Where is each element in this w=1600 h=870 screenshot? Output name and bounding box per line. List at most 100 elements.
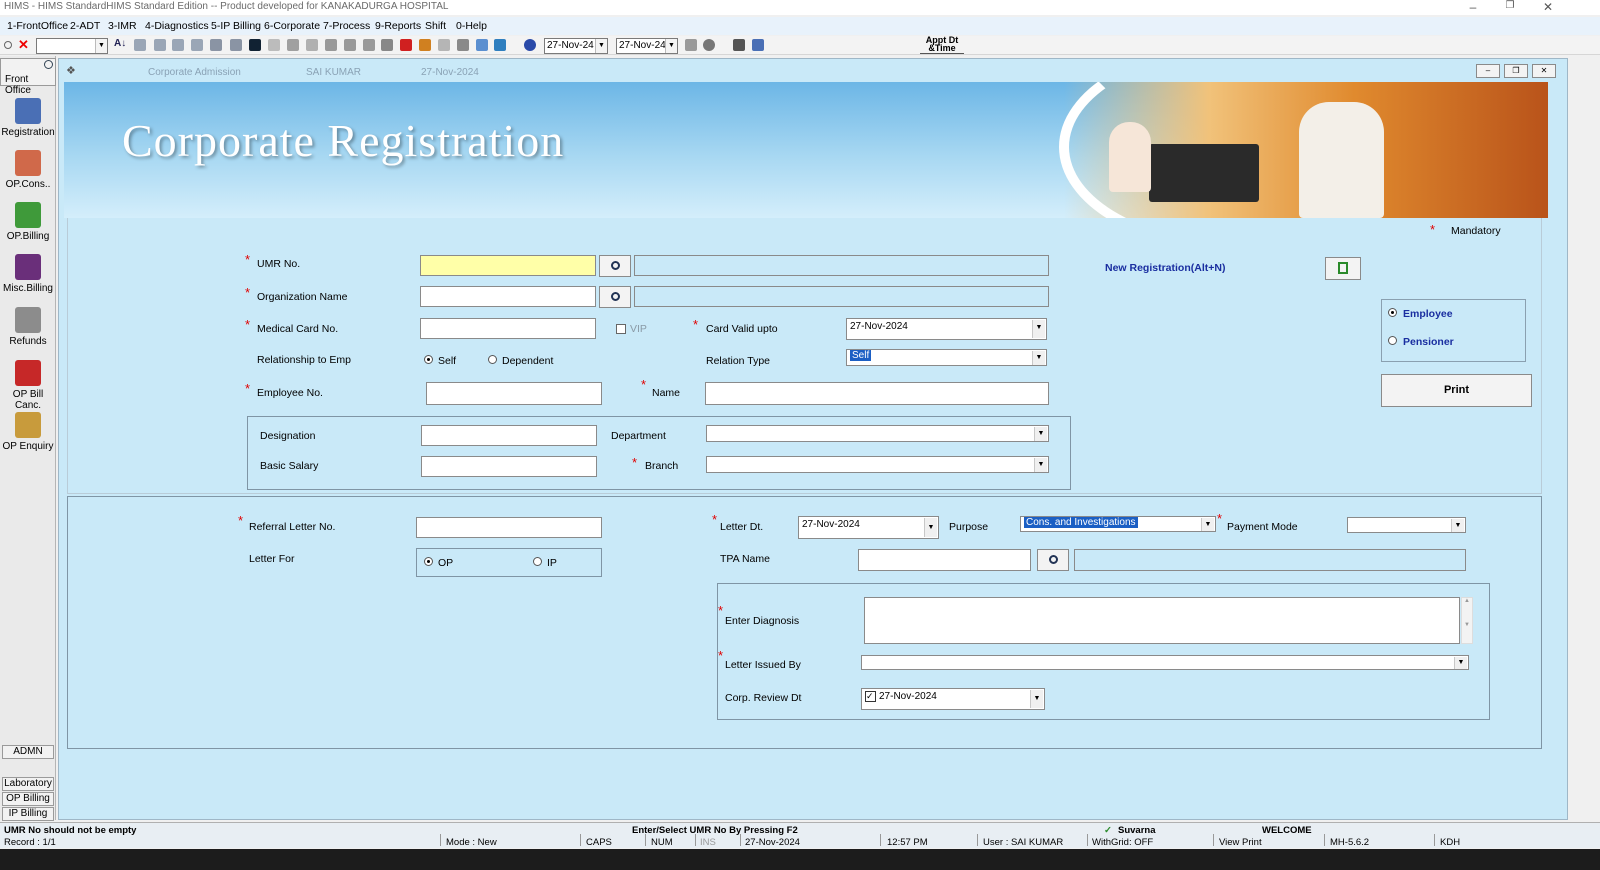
child-minimize-icon[interactable]: – [1476, 64, 1500, 78]
umr-input[interactable] [420, 255, 596, 276]
new-registration-label[interactable]: New Registration(Alt+N) [1105, 262, 1225, 274]
letter-for-op-radio[interactable] [424, 557, 433, 566]
pin-icon[interactable]: ❖ [66, 64, 76, 77]
umr-search-button[interactable] [599, 255, 631, 277]
child-close-icon[interactable]: ✕ [1532, 64, 1556, 78]
employee-name-input[interactable] [705, 382, 1049, 405]
next-icon[interactable] [230, 39, 242, 51]
menu-imr[interactable]: 3-IMR [108, 20, 137, 32]
print-icon[interactable] [457, 39, 469, 51]
chevron-down-icon[interactable]: ▼ [1201, 518, 1214, 531]
settings-icon[interactable] [752, 39, 764, 51]
nav-first-icon[interactable] [154, 39, 166, 51]
sort-az-icon[interactable]: A↓ [114, 38, 126, 50]
restore-icon[interactable]: ❐ [1495, 0, 1525, 11]
branch-select[interactable]: ▼ [706, 456, 1049, 473]
menu-reports[interactable]: 9-Reports [375, 20, 421, 32]
issued-by-select[interactable]: ▼ [861, 655, 1469, 670]
relationship-dependent-radio[interactable] [488, 355, 497, 364]
menu-corporate[interactable]: 6-Corporate [264, 20, 320, 32]
diagnosis-textarea[interactable] [864, 597, 1460, 644]
chevron-down-icon[interactable]: ▼ [1451, 519, 1464, 532]
chevron-down-icon[interactable]: ▼ [1454, 657, 1467, 669]
sidebar-item-op-cons[interactable]: OP.Cons.. [0, 150, 56, 190]
copy-icon[interactable] [306, 39, 318, 51]
letter-for-op-label[interactable]: OP [438, 557, 453, 569]
date-from-combo[interactable]: 27-Nov-24 ▼ [544, 38, 608, 54]
new-icon[interactable] [268, 39, 280, 51]
save-icon[interactable] [249, 39, 261, 51]
tpa-name-input[interactable] [858, 549, 1031, 571]
close-window-icon[interactable]: ✕ [1533, 0, 1563, 14]
menu-adt[interactable]: 2-ADT [70, 20, 100, 32]
nav-delete-icon[interactable] [191, 39, 203, 51]
menu-ip-billing[interactable]: 5-IP Billing [211, 20, 261, 32]
relationship-self-radio[interactable] [424, 355, 433, 364]
letter-for-ip-radio[interactable] [533, 557, 542, 566]
relation-type-select[interactable]: Self ▼ [846, 349, 1047, 366]
close-icon[interactable]: ✕ [18, 37, 30, 52]
edit-icon[interactable] [363, 39, 375, 51]
minimize-icon[interactable]: – [1458, 0, 1488, 14]
diagnosis-scrollbar[interactable]: ▲ ▼ [1461, 597, 1473, 644]
user-icon[interactable] [381, 39, 393, 51]
menu-help[interactable]: 0-Help [456, 20, 487, 32]
referral-letter-input[interactable] [416, 517, 602, 538]
exit-icon[interactable] [419, 39, 431, 51]
review-date-checkbox[interactable]: ✓ [865, 691, 876, 702]
designation-input[interactable] [421, 425, 597, 446]
calendar-icon[interactable] [685, 39, 697, 51]
sidebar-op-billing-button[interactable]: OP Billing [2, 792, 54, 806]
nav-end-icon[interactable] [134, 39, 146, 51]
employee-radio[interactable] [1388, 308, 1397, 317]
menu-frontoffice[interactable]: 1-FrontOffice [7, 20, 68, 32]
chevron-down-icon[interactable]: ▼ [1030, 690, 1043, 708]
review-date-picker[interactable]: ✓ 27-Nov-2024 ▼ [861, 688, 1045, 710]
medical-card-input[interactable] [420, 318, 596, 339]
tpa-search-button[interactable] [1037, 549, 1069, 571]
card-valid-date-picker[interactable]: 27-Nov-2024 ▼ [846, 318, 1047, 340]
filter-icon[interactable] [524, 39, 536, 51]
employee-radio-label[interactable]: Employee [1403, 308, 1453, 320]
cancel-record-icon[interactable] [400, 39, 412, 51]
sidebar-ip-billing-button[interactable]: IP Billing [2, 807, 54, 821]
pensioner-radio-label[interactable]: Pensioner [1403, 336, 1454, 348]
chevron-down-icon[interactable]: ▼ [1032, 351, 1045, 365]
date-to-combo[interactable]: 27-Nov-24 ▼ [616, 38, 678, 54]
find-icon[interactable] [344, 39, 356, 51]
globe-icon[interactable] [703, 39, 715, 51]
chevron-down-icon[interactable]: ▼ [1032, 320, 1045, 338]
sidebar-admn-button[interactable]: ADMN [2, 745, 54, 759]
sidebar-item-op-bill-canc[interactable]: OP Bill Canc. [0, 360, 56, 411]
stop-icon[interactable] [733, 39, 745, 51]
sidebar-laboratory-button[interactable]: Laboratory [2, 777, 54, 791]
hand-icon[interactable] [325, 39, 337, 51]
refresh-icon[interactable] [287, 39, 299, 51]
menu-diagnostics[interactable]: 4-Diagnostics [145, 20, 209, 32]
nav-insert-icon[interactable] [172, 39, 184, 51]
employee-no-input[interactable] [426, 382, 602, 405]
chevron-down-icon[interactable]: ▼ [924, 518, 937, 537]
relationship-dependent-label[interactable]: Dependent [502, 355, 553, 367]
print-button[interactable]: Print [1381, 374, 1532, 407]
letter-date-picker[interactable]: 27-Nov-2024 ▼ [798, 516, 939, 539]
appt-datetime-button[interactable]: Appt Dt &Time [920, 36, 964, 54]
relationship-self-label[interactable]: Self [438, 355, 456, 367]
sidebar-item-op-billing[interactable]: OP.Billing [0, 202, 56, 242]
payment-mode-select[interactable]: ▼ [1347, 517, 1466, 533]
sidebar-item-refunds[interactable]: Refunds [0, 307, 56, 347]
sidebar-header[interactable]: Front Office [0, 58, 56, 96]
department-select[interactable]: ▼ [706, 425, 1049, 442]
sidebar-item-misc-billing[interactable]: Misc.Billing [0, 254, 56, 294]
basic-salary-input[interactable] [421, 456, 597, 477]
pensioner-radio[interactable] [1388, 336, 1397, 345]
prev-icon[interactable] [210, 39, 222, 51]
sidebar-item-registration[interactable]: Registration [0, 98, 56, 138]
new-registration-button[interactable] [1325, 257, 1361, 280]
organization-search-button[interactable] [599, 286, 631, 308]
zoom-icon[interactable] [494, 39, 506, 51]
spell-check-icon[interactable] [476, 39, 488, 51]
link-icon[interactable] [438, 39, 450, 51]
letter-for-ip-label[interactable]: IP [547, 557, 557, 569]
purpose-select[interactable]: Cons. and Investigations ▼ [1020, 516, 1216, 532]
